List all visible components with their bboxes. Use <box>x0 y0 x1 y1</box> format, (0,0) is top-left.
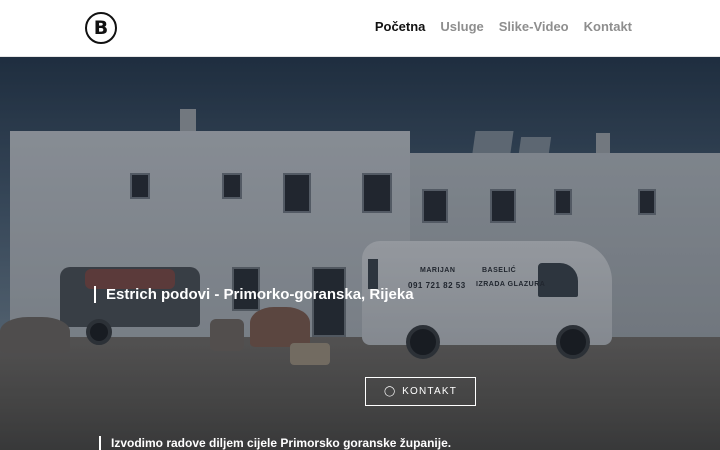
hero-dark-overlay <box>0 57 720 450</box>
nav-item-kontakt[interactable]: Kontakt <box>584 19 632 34</box>
logo[interactable]: B <box>85 12 117 44</box>
hero-subtitle: Izvodimo radove diljem cijele Primorsko … <box>99 436 451 450</box>
nav-item-slike-video[interactable]: Slike-Video <box>499 19 569 34</box>
hero-section: MARIJAN 091 721 82 53 BASELIĆ IZRADA GLA… <box>0 57 720 450</box>
kontakt-button[interactable]: ◯ KONTAKT <box>365 377 476 406</box>
site-header: B Početna Usluge Slike-Video Kontakt <box>0 0 720 57</box>
kontakt-button-label: KONTAKT <box>402 386 458 397</box>
nav-item-pocetna[interactable]: Početna <box>375 19 426 34</box>
hero-title: Estrich podovi - Primorko-goranska, Rije… <box>94 286 414 303</box>
nav-item-usluge[interactable]: Usluge <box>440 19 483 34</box>
main-nav: Početna Usluge Slike-Video Kontakt <box>375 19 632 34</box>
logo-letter: B <box>93 17 109 39</box>
chat-icon: ◯ <box>383 385 396 397</box>
